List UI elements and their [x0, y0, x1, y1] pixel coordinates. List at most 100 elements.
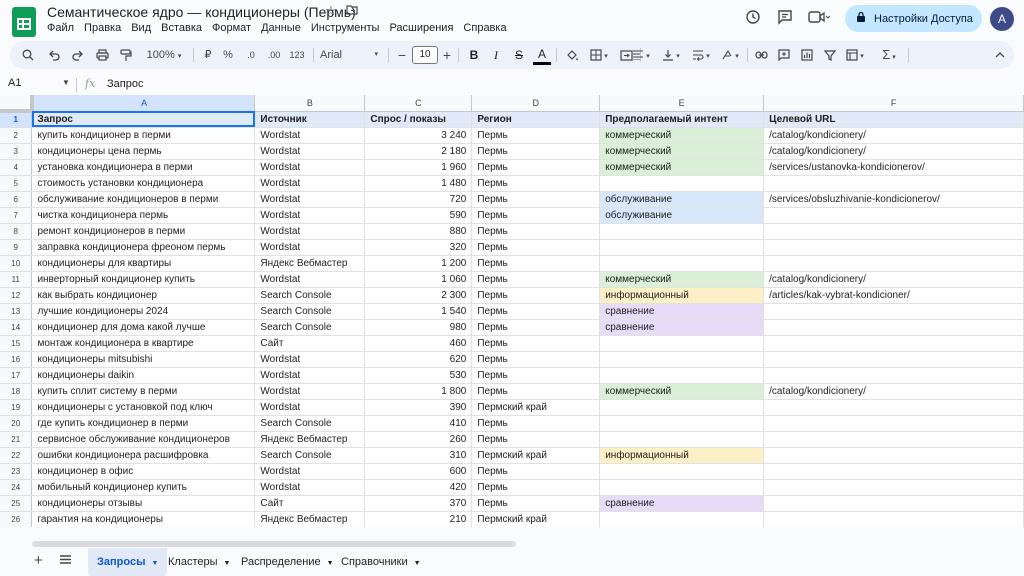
cell-intent[interactable]	[599, 479, 765, 496]
cell-url[interactable]: /services/obsluzhivanie-kondicionerov/	[763, 191, 1024, 208]
cell-intent[interactable]	[599, 415, 765, 432]
text-color-button[interactable]: A	[533, 43, 551, 65]
row-header[interactable]: 13	[0, 303, 33, 320]
cell-region[interactable]: Пермь	[471, 207, 601, 224]
cell-intent[interactable]: коммерческий	[599, 383, 765, 400]
cell-demand[interactable]: 3 240	[364, 127, 473, 144]
cell-url[interactable]	[763, 351, 1024, 368]
column-header-e[interactable]: E	[599, 95, 765, 112]
row-header[interactable]: 8	[0, 223, 33, 240]
cell-query[interactable]: гарантия на кондиционеры	[31, 511, 256, 527]
cell-url[interactable]	[763, 239, 1024, 256]
cell-intent[interactable]	[599, 367, 765, 384]
cell-query[interactable]: купить кондиционер в перми	[31, 127, 256, 144]
cell-demand[interactable]: 420	[364, 479, 473, 496]
cell-demand[interactable]: 1 800	[364, 383, 473, 400]
cell-intent[interactable]	[599, 511, 765, 527]
cell-region[interactable]: Пермь	[471, 191, 601, 208]
row-header[interactable]: 19	[0, 399, 33, 416]
menu-edit[interactable]: Правка	[84, 22, 127, 34]
name-box[interactable]: A1	[8, 77, 21, 89]
horizontal-scrollbar[interactable]	[32, 541, 516, 547]
cell-region[interactable]: Пермь	[471, 415, 601, 432]
row-header[interactable]: 25	[0, 495, 33, 512]
meet-video-icon[interactable]	[808, 9, 831, 29]
fill-color-icon[interactable]	[563, 41, 581, 69]
avatar[interactable]: A	[990, 7, 1014, 31]
cell-source[interactable]: Search Console	[254, 287, 366, 304]
column-header-c[interactable]: C	[364, 95, 473, 112]
cell-region[interactable]: Пермь	[471, 495, 601, 512]
paint-format-icon[interactable]	[116, 41, 136, 69]
cell-query[interactable]: мобильный кондиционер купить	[31, 479, 256, 496]
menu-help[interactable]: Справка	[463, 22, 512, 34]
column-header-a[interactable]: A	[31, 95, 256, 112]
insert-comment-icon[interactable]	[775, 41, 793, 69]
menu-insert[interactable]: Вставка	[161, 22, 208, 34]
decrease-font-size-icon[interactable]: −	[395, 41, 409, 69]
menu-tools[interactable]: Инструменты	[311, 22, 386, 34]
tab-distribution[interactable]: Распределение ▼	[232, 548, 343, 576]
undo-icon[interactable]	[44, 41, 64, 69]
cell-query[interactable]: стоимость установки кондиционера	[31, 175, 256, 192]
cell-source[interactable]: Wordstat	[254, 191, 366, 208]
cell-intent[interactable]: обслуживание	[599, 191, 765, 208]
row-header[interactable]: 18	[0, 383, 33, 400]
cell-query[interactable]: монтаж кондиционера в квартире	[31, 335, 256, 352]
cell-query[interactable]: кондиционеры для квартиры	[31, 255, 256, 272]
collapse-toolbar-icon[interactable]	[992, 41, 1008, 69]
cell-source[interactable]: Яндекс Вебмастер	[254, 431, 366, 448]
cell-region[interactable]: Пермь	[471, 463, 601, 480]
cell-query[interactable]: кондиционеры daikin	[31, 367, 256, 384]
cell-query[interactable]: ошибки кондиционера расшифровка	[31, 447, 256, 464]
cell-demand[interactable]: 600	[364, 463, 473, 480]
zoom-select[interactable]: 100% ▾	[142, 41, 186, 69]
cell-source[interactable]: Сайт	[254, 495, 366, 512]
redo-icon[interactable]	[68, 41, 88, 69]
filter-icon[interactable]	[821, 41, 839, 69]
text-wrap-icon[interactable]: ▾	[687, 41, 715, 69]
cell-query[interactable]: лучшие кондиционеры 2024	[31, 303, 256, 320]
cell-intent[interactable]	[599, 431, 765, 448]
row-header[interactable]: 3	[0, 143, 33, 160]
row-header[interactable]: 20	[0, 415, 33, 432]
cell-url[interactable]: /catalog/kondicionery/	[763, 143, 1024, 160]
cell-table[interactable]: A B C D E F 1 Запрос Источник Спрос / по…	[0, 95, 1024, 527]
row-header[interactable]: 16	[0, 351, 33, 368]
cell-url[interactable]	[763, 303, 1024, 320]
cell-url[interactable]	[763, 479, 1024, 496]
header-cell-source[interactable]: Источник	[254, 111, 366, 128]
font-size-input[interactable]: 10	[412, 46, 438, 64]
cell-query[interactable]: чистка кондиционера пермь	[31, 207, 256, 224]
cell-intent[interactable]: коммерческий	[599, 143, 765, 160]
column-header-b[interactable]: B	[254, 95, 366, 112]
cell-query[interactable]: кондиционеры отзывы	[31, 495, 256, 512]
cell-source[interactable]: Wordstat	[254, 271, 366, 288]
cell-source[interactable]: Wordstat	[254, 479, 366, 496]
cell-demand[interactable]: 320	[364, 239, 473, 256]
cell-region[interactable]: Пермь	[471, 239, 601, 256]
row-header[interactable]: 24	[0, 479, 33, 496]
cell-intent[interactable]	[599, 335, 765, 352]
cell-demand[interactable]: 460	[364, 335, 473, 352]
cell-source[interactable]: Wordstat	[254, 367, 366, 384]
cell-query[interactable]: обслуживание кондиционеров в перми	[31, 191, 256, 208]
row-header[interactable]: 7	[0, 207, 33, 224]
row-header[interactable]: 14	[0, 319, 33, 336]
cell-source[interactable]: Search Console	[254, 447, 366, 464]
chevron-down-icon[interactable]: ▼	[62, 78, 70, 87]
cell-region[interactable]: Пермь	[471, 127, 601, 144]
cell-query[interactable]: кондиционеры цена пермь	[31, 143, 256, 160]
row-header[interactable]: 1	[0, 111, 33, 128]
insert-chart-icon[interactable]	[798, 41, 816, 69]
cell-query[interactable]: установка кондиционера в перми	[31, 159, 256, 176]
cell-intent[interactable]	[599, 255, 765, 272]
cell-source[interactable]: Search Console	[254, 319, 366, 336]
comments-icon[interactable]	[775, 9, 795, 29]
cell-url[interactable]	[763, 415, 1024, 432]
tab-requests[interactable]: Запросы ▼	[88, 548, 168, 576]
cell-url[interactable]	[763, 207, 1024, 224]
row-header[interactable]: 12	[0, 287, 33, 304]
more-formats-button[interactable]: 123	[285, 41, 309, 69]
cell-url[interactable]: /catalog/kondicionery/	[763, 271, 1024, 288]
